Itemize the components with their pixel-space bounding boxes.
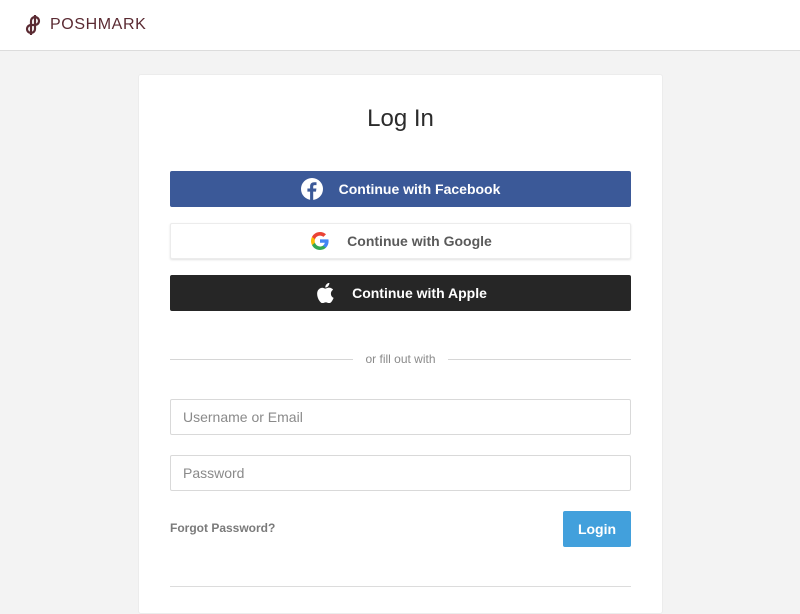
google-icon: [309, 230, 331, 252]
continue-with-apple-button[interactable]: Continue with Apple: [170, 275, 631, 311]
facebook-icon: [300, 178, 323, 200]
brand-name: POSHMARK: [50, 16, 147, 33]
login-card: Log In Continue with Facebook Continue w…: [138, 74, 663, 614]
apple-button-label: Continue with Apple: [352, 285, 487, 301]
username-or-email-input[interactable]: [170, 399, 631, 435]
top-navigation-bar: POSHMARK: [0, 0, 800, 51]
google-button-label: Continue with Google: [347, 233, 492, 249]
forgot-password-link[interactable]: Forgot Password?: [170, 521, 275, 535]
continue-with-google-button[interactable]: Continue with Google: [170, 223, 631, 259]
divider-text: or fill out with: [365, 352, 436, 366]
or-divider: or fill out with: [170, 349, 631, 369]
facebook-button-label: Continue with Facebook: [338, 181, 501, 197]
continue-with-facebook-button[interactable]: Continue with Facebook: [170, 171, 631, 207]
password-input[interactable]: [170, 455, 631, 491]
poshmark-logo-icon: [25, 15, 41, 35]
page-title: Log In: [367, 105, 434, 132]
apple-icon: [314, 282, 336, 304]
poshmark-logo[interactable]: POSHMARK: [24, 14, 146, 36]
divider-line-right: [447, 358, 631, 360]
bottom-divider: [170, 586, 631, 587]
divider-line-left: [170, 358, 354, 360]
login-button[interactable]: Login: [563, 511, 631, 547]
